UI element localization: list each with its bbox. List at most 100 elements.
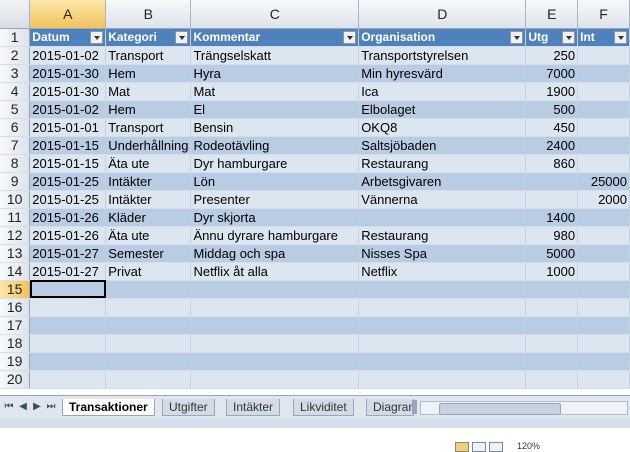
cell-datum[interactable]: 2015-01-01: [29, 118, 107, 137]
empty-cell[interactable]: [190, 334, 360, 353]
empty-cell[interactable]: [105, 352, 192, 371]
horizontal-scrollbar[interactable]: [420, 401, 628, 415]
empty-cell[interactable]: [525, 370, 579, 389]
cell-intakter[interactable]: [577, 118, 630, 137]
empty-cell[interactable]: [105, 298, 192, 317]
empty-cell[interactable]: [190, 298, 360, 317]
empty-cell[interactable]: [358, 280, 527, 299]
empty-cell[interactable]: [358, 334, 527, 353]
empty-cell[interactable]: [29, 370, 107, 389]
cell-datum[interactable]: 2015-01-02: [29, 46, 107, 65]
cell-organisation[interactable]: Elbolaget: [358, 100, 527, 119]
cell-intakter[interactable]: 2000: [577, 190, 630, 209]
cell-kategori[interactable]: Privat: [105, 262, 192, 281]
cell-kategori[interactable]: Hem: [105, 100, 192, 119]
tab-diagram[interactable]: Diagram: [366, 399, 414, 416]
empty-cell[interactable]: [358, 316, 527, 335]
row-header[interactable]: 1: [0, 28, 31, 47]
cell-kommentar[interactable]: Ännu dyrare hamburgare: [190, 226, 360, 245]
header-datum[interactable]: Datum: [29, 28, 107, 47]
empty-cell[interactable]: [577, 280, 630, 299]
filter-dropdown-icon[interactable]: [343, 30, 357, 44]
empty-cell[interactable]: [105, 334, 192, 353]
cell-kategori[interactable]: Hem: [105, 64, 192, 83]
empty-cell[interactable]: [29, 352, 107, 371]
cell-organisation[interactable]: Saltsjöbaden: [358, 136, 527, 155]
row-header[interactable]: 7: [0, 136, 31, 155]
page-layout-view-icon[interactable]: [472, 442, 486, 452]
cell-utgifter[interactable]: 860: [525, 154, 579, 173]
empty-cell[interactable]: [358, 370, 527, 389]
last-sheet-icon[interactable]: ⏭: [46, 401, 56, 412]
empty-cell[interactable]: [525, 334, 579, 353]
cell-kategori[interactable]: Äta ute: [105, 154, 192, 173]
empty-cell[interactable]: [29, 298, 107, 317]
cell-kommentar[interactable]: Netflix åt alla: [190, 262, 360, 281]
column-header-f[interactable]: F: [577, 0, 630, 29]
cell-organisation[interactable]: Transportstyrelsen: [358, 46, 527, 65]
cell-intakter[interactable]: [577, 100, 630, 119]
prev-sheet-icon[interactable]: ◀: [18, 401, 28, 412]
tab-likviditet[interactable]: Likviditet: [293, 399, 354, 416]
cell-intakter[interactable]: [577, 154, 630, 173]
cell-kommentar[interactable]: Presenter: [190, 190, 360, 209]
cell-utgifter[interactable]: 450: [525, 118, 579, 137]
row-header[interactable]: 15: [0, 280, 31, 299]
row-header[interactable]: 11: [0, 208, 31, 227]
empty-cell[interactable]: [577, 334, 630, 353]
row-header[interactable]: 5: [0, 100, 31, 119]
cell-utgifter[interactable]: [525, 190, 579, 209]
filter-dropdown-icon[interactable]: [562, 30, 576, 44]
cell-organisation[interactable]: Ica: [358, 82, 527, 101]
cell-kommentar[interactable]: Dyr hamburgare: [190, 154, 360, 173]
empty-cell[interactable]: [577, 352, 630, 371]
cell-utgifter[interactable]: 1400: [525, 208, 579, 227]
row-header[interactable]: 17: [0, 316, 31, 335]
cell-intakter[interactable]: [577, 244, 630, 263]
cell-intakter[interactable]: [577, 46, 630, 65]
cell-kategori[interactable]: Intäkter: [105, 190, 192, 209]
first-sheet-icon[interactable]: ⏮: [4, 401, 14, 412]
filter-dropdown-icon[interactable]: [90, 30, 104, 44]
row-header[interactable]: 19: [0, 352, 31, 371]
header-organisation[interactable]: Organisation: [358, 28, 527, 47]
cell-kommentar[interactable]: Mat: [190, 82, 360, 101]
empty-cell[interactable]: [105, 370, 192, 389]
cell-datum[interactable]: 2015-01-26: [29, 226, 107, 245]
row-header[interactable]: 2: [0, 46, 31, 65]
empty-cell[interactable]: [525, 280, 579, 299]
cell-datum[interactable]: 2015-01-25: [29, 172, 107, 191]
cell-utgifter[interactable]: 980: [525, 226, 579, 245]
cell-utgifter[interactable]: [525, 172, 579, 191]
cell-organisation[interactable]: Arbetsgivaren: [358, 172, 527, 191]
cell-organisation[interactable]: [358, 208, 527, 227]
cell-utgifter[interactable]: 5000: [525, 244, 579, 263]
cell-intakter[interactable]: [577, 82, 630, 101]
filter-dropdown-icon[interactable]: [175, 30, 189, 44]
column-header-b[interactable]: B: [105, 0, 192, 29]
empty-cell[interactable]: [105, 280, 192, 299]
cell-utgifter[interactable]: 250: [525, 46, 579, 65]
cell-organisation[interactable]: Restaurang: [358, 154, 527, 173]
filter-dropdown-icon[interactable]: [614, 30, 627, 44]
cell-intakter[interactable]: [577, 64, 630, 83]
row-header[interactable]: 18: [0, 334, 31, 353]
tab-intakter[interactable]: Intäkter: [226, 399, 281, 416]
header-kategori[interactable]: Kategori: [105, 28, 192, 47]
column-header-e[interactable]: E: [525, 0, 579, 29]
normal-view-icon[interactable]: [455, 442, 469, 452]
tab-utgifter[interactable]: Utgifter: [162, 399, 215, 416]
spreadsheet-grid[interactable]: A B C D E F 1 Datum Kategori Kommentar O…: [0, 0, 630, 395]
header-utgifter[interactable]: Utg: [525, 28, 579, 47]
row-header[interactable]: 4: [0, 82, 31, 101]
empty-cell[interactable]: [190, 370, 360, 389]
cell-kommentar[interactable]: Rodeotävling: [190, 136, 360, 155]
cell-kategori[interactable]: Äta ute: [105, 226, 192, 245]
tab-transaktioner[interactable]: Transaktioner: [62, 399, 155, 416]
cell-intakter[interactable]: [577, 262, 630, 281]
cell-datum[interactable]: 2015-01-27: [29, 262, 107, 281]
empty-cell[interactable]: [190, 316, 360, 335]
cell-kategori[interactable]: Mat: [105, 82, 192, 101]
row-header[interactable]: 3: [0, 64, 31, 83]
cell-datum[interactable]: 2015-01-15: [29, 154, 107, 173]
